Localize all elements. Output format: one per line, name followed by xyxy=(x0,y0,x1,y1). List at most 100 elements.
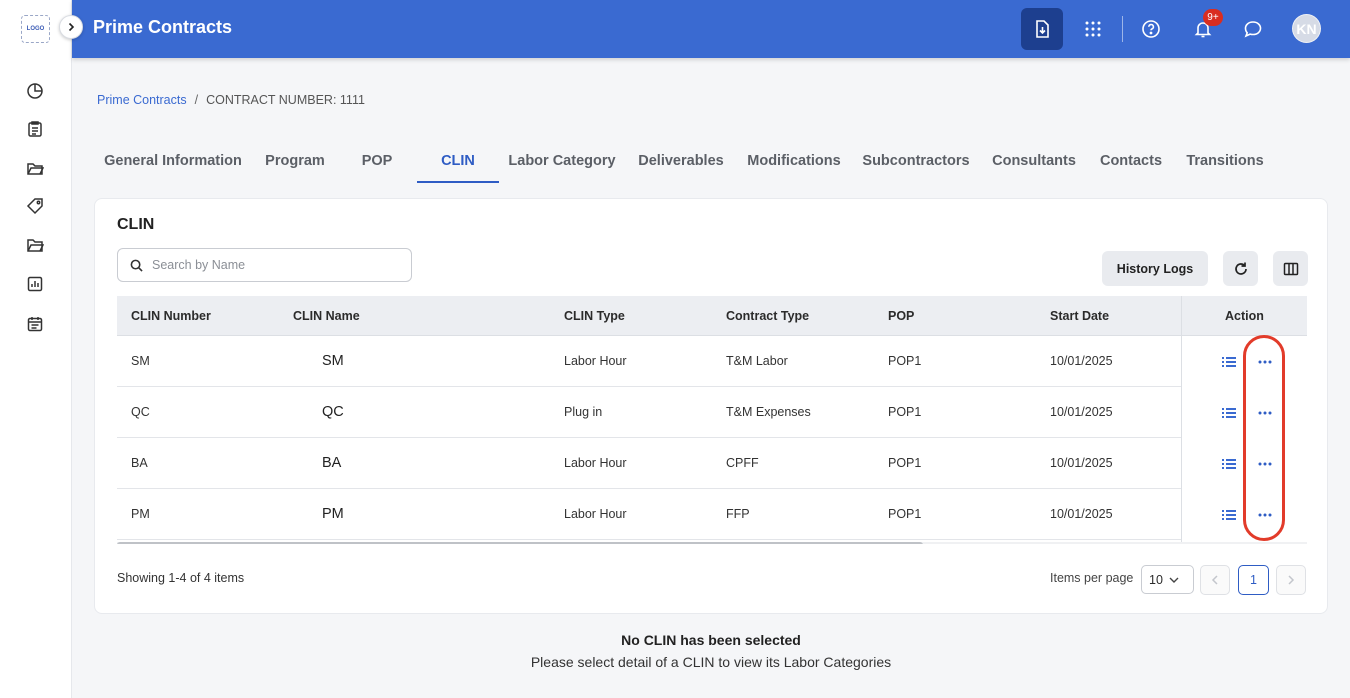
list-icon xyxy=(1222,458,1236,469)
tab-consultants[interactable]: Consultants xyxy=(981,145,1087,183)
column-header-clin-type[interactable]: CLIN Type xyxy=(564,296,625,336)
cell-clin-number: PM xyxy=(131,507,150,521)
report-chart-icon[interactable] xyxy=(24,273,46,295)
tab-modifications[interactable]: Modifications xyxy=(737,145,851,183)
view-details-button[interactable] xyxy=(1219,336,1239,387)
clipboard-icon[interactable] xyxy=(24,118,46,140)
cell-pop: POP1 xyxy=(888,405,922,419)
horizontal-scrollbar[interactable] xyxy=(117,542,1307,544)
download-file-icon xyxy=(1036,20,1049,38)
cell-contract-type: T&M Expenses xyxy=(726,405,811,419)
logo: LOGO xyxy=(21,15,50,43)
chevron-down-icon xyxy=(1169,577,1179,583)
column-header-start-date[interactable]: Start Date xyxy=(1050,296,1109,336)
cell-clin-number: SM xyxy=(131,354,150,368)
tab-subcontractors[interactable]: Subcontractors xyxy=(851,145,981,183)
cell-contract-type: FFP xyxy=(726,507,750,521)
apps-grid-button[interactable] xyxy=(1072,8,1114,50)
list-icon xyxy=(1222,509,1236,520)
tag-icon[interactable] xyxy=(24,195,46,217)
table-row[interactable]: PM PM Labor Hour FFP POP1 10/01/2025 xyxy=(117,489,1307,540)
tab-labor-category[interactable]: Labor Category xyxy=(499,145,625,183)
pie-chart-icon[interactable] xyxy=(24,80,46,102)
column-header-contract-type[interactable]: Contract Type xyxy=(726,296,809,336)
cell-pop: POP1 xyxy=(888,354,922,368)
chevron-left-icon xyxy=(1211,575,1218,585)
tab-pop[interactable]: POP xyxy=(338,145,416,183)
cell-start-date: 10/01/2025 xyxy=(1050,507,1113,521)
empty-state-title: No CLIN has been selected xyxy=(621,632,801,648)
tab-general-information[interactable]: General Information xyxy=(94,145,252,183)
scrollbar-thumb[interactable] xyxy=(117,542,923,544)
breadcrumb-link-prime-contracts[interactable]: Prime Contracts xyxy=(97,93,187,107)
cell-clin-name: QC xyxy=(322,404,344,420)
empty-state-subtitle: Please select detail of a CLIN to view i… xyxy=(530,654,892,670)
download-button[interactable] xyxy=(1021,8,1063,50)
app-title: Prime Contracts xyxy=(93,17,233,37)
column-header-clin-name[interactable]: CLIN Name xyxy=(293,296,360,336)
table-row[interactable]: BA BA Labor Hour CPFF POP1 10/01/2025 xyxy=(117,438,1307,489)
clin-table: CLIN Number CLIN Name CLIN Type Contract… xyxy=(117,296,1307,544)
cell-clin-number: BA xyxy=(131,456,148,470)
view-details-button[interactable] xyxy=(1219,387,1239,438)
user-avatar[interactable]: KN xyxy=(1292,14,1321,43)
column-header-clin-number[interactable]: CLIN Number xyxy=(131,296,211,336)
tab-transitions[interactable]: Transitions xyxy=(1175,145,1275,183)
items-per-page-label: Items per page xyxy=(1050,571,1134,585)
cell-clin-type: Labor Hour xyxy=(564,354,627,368)
calendar-icon[interactable] xyxy=(24,313,46,335)
more-horizontal-icon xyxy=(1258,513,1272,516)
table-row[interactable]: SM SM Labor Hour T&M Labor POP1 10/01/20… xyxy=(117,336,1307,387)
tab-contacts[interactable]: Contacts xyxy=(1087,145,1175,183)
search-input[interactable] xyxy=(152,258,392,272)
column-header-pop[interactable]: POP xyxy=(888,296,914,336)
cell-clin-name: PM xyxy=(322,506,344,522)
previous-page-button[interactable] xyxy=(1200,565,1230,595)
more-actions-button[interactable] xyxy=(1255,387,1275,438)
cell-contract-type: T&M Labor xyxy=(726,354,788,368)
list-icon xyxy=(1222,356,1236,367)
breadcrumb: Prime Contracts / CONTRACT NUMBER: 1111 xyxy=(97,93,365,107)
breadcrumb-separator: / xyxy=(194,93,199,107)
help-button[interactable] xyxy=(1130,8,1172,50)
cell-clin-type: Labor Hour xyxy=(564,456,627,470)
clin-card: CLIN History Logs CLIN Number CLIN Name … xyxy=(94,198,1328,614)
column-settings-button[interactable] xyxy=(1273,251,1308,286)
more-actions-button[interactable] xyxy=(1255,336,1275,387)
more-horizontal-icon xyxy=(1258,462,1272,465)
more-horizontal-icon xyxy=(1258,411,1272,414)
chat-button[interactable] xyxy=(1232,8,1274,50)
more-horizontal-icon xyxy=(1258,360,1272,363)
search-box xyxy=(117,248,412,282)
tab-deliverables[interactable]: Deliverables xyxy=(625,145,737,183)
sidebar-toggle-button[interactable] xyxy=(59,15,83,39)
more-actions-button[interactable] xyxy=(1255,438,1275,489)
folder-icon[interactable] xyxy=(24,234,46,256)
items-per-page-select[interactable]: 10 xyxy=(1141,565,1194,594)
cell-start-date: 10/01/2025 xyxy=(1050,456,1113,470)
header-divider xyxy=(1122,16,1123,42)
refresh-button[interactable] xyxy=(1223,251,1258,286)
items-summary: Showing 1-4 of 4 items xyxy=(117,571,245,585)
folder-open-icon[interactable] xyxy=(24,157,46,179)
view-details-button[interactable] xyxy=(1219,438,1239,489)
search-icon xyxy=(130,259,143,272)
column-header-action: Action xyxy=(1225,309,1264,323)
chevron-right-icon xyxy=(68,22,75,32)
page-number-button[interactable]: 1 xyxy=(1238,565,1269,595)
table-row[interactable]: QC QC Plug in T&M Expenses POP1 10/01/20… xyxy=(117,387,1307,438)
history-logs-button[interactable]: History Logs xyxy=(1102,251,1208,286)
more-actions-button[interactable] xyxy=(1255,489,1275,540)
view-details-button[interactable] xyxy=(1219,489,1239,540)
cell-clin-number: QC xyxy=(131,405,150,419)
tab-clin[interactable]: CLIN xyxy=(417,145,499,183)
tab-program[interactable]: Program xyxy=(252,145,338,183)
refresh-icon xyxy=(1234,262,1247,275)
cell-pop: POP1 xyxy=(888,507,922,521)
next-page-button[interactable] xyxy=(1276,565,1306,595)
table-header: CLIN Number CLIN Name CLIN Type Contract… xyxy=(117,296,1307,336)
grid-icon xyxy=(1085,21,1101,37)
chevron-right-icon xyxy=(1288,575,1295,585)
sidebar: LOGO xyxy=(0,0,72,698)
cell-pop: POP1 xyxy=(888,456,922,470)
